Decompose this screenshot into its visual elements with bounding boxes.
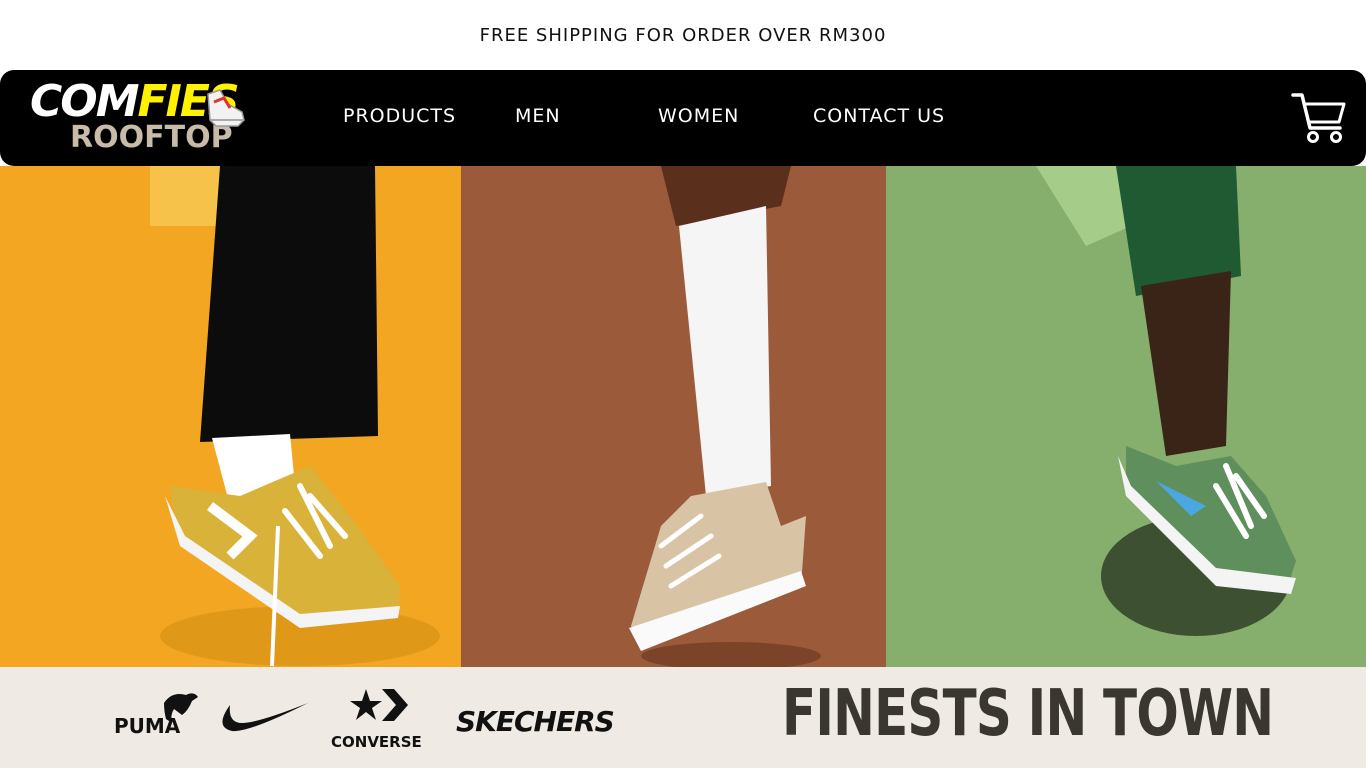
site-logo[interactable]: COMFIES ROOFTOP	[30, 76, 250, 160]
announcement-bar: FREE SHIPPING FOR ORDER OVER RM300	[0, 0, 1366, 70]
svg-text:PUMA: PUMA	[114, 714, 181, 737]
nav-women-link[interactable]: WOMEN	[658, 104, 739, 128]
skechers-logo-icon: SKECHERS	[456, 705, 615, 738]
hero-banner	[0, 166, 1366, 667]
hero-panel-yellow	[0, 166, 461, 667]
hero-panel-brown	[461, 166, 886, 667]
green-sneaker-illustration	[1036, 166, 1296, 636]
tagline-heading: FINESTS IN TOWN	[782, 677, 1274, 751]
shopping-cart-icon[interactable]	[1290, 90, 1348, 146]
svg-text:SKECHERS: SKECHERS	[456, 705, 614, 738]
hero-panel-green	[886, 166, 1366, 667]
nav-contact-link[interactable]: CONTACT US	[813, 104, 945, 128]
puma-logo[interactable]: PUMA	[112, 689, 200, 738]
nav-men-link[interactable]: MEN	[515, 104, 561, 128]
puma-logo-icon: PUMA	[114, 693, 198, 738]
tan-sneaker-illustration	[629, 166, 821, 667]
nike-logo[interactable]	[218, 697, 310, 737]
nike-swoosh-icon	[222, 703, 308, 732]
main-navbar: COMFIES ROOFTOP PRODUCTS MEN WOMEN CONTA…	[0, 70, 1366, 166]
nav-products-link[interactable]: PRODUCTS	[343, 104, 456, 128]
converse-logo[interactable]: CONVERSE	[328, 683, 432, 753]
skechers-logo[interactable]: SKECHERS	[452, 703, 698, 739]
svg-text:CONVERSE: CONVERSE	[331, 733, 422, 751]
announcement-text: FREE SHIPPING FOR ORDER OVER RM300	[479, 24, 887, 46]
converse-star-icon: CONVERSE	[331, 689, 422, 751]
sneaker-logo-icon	[207, 89, 245, 127]
yellow-sneaker-illustration	[150, 166, 440, 667]
